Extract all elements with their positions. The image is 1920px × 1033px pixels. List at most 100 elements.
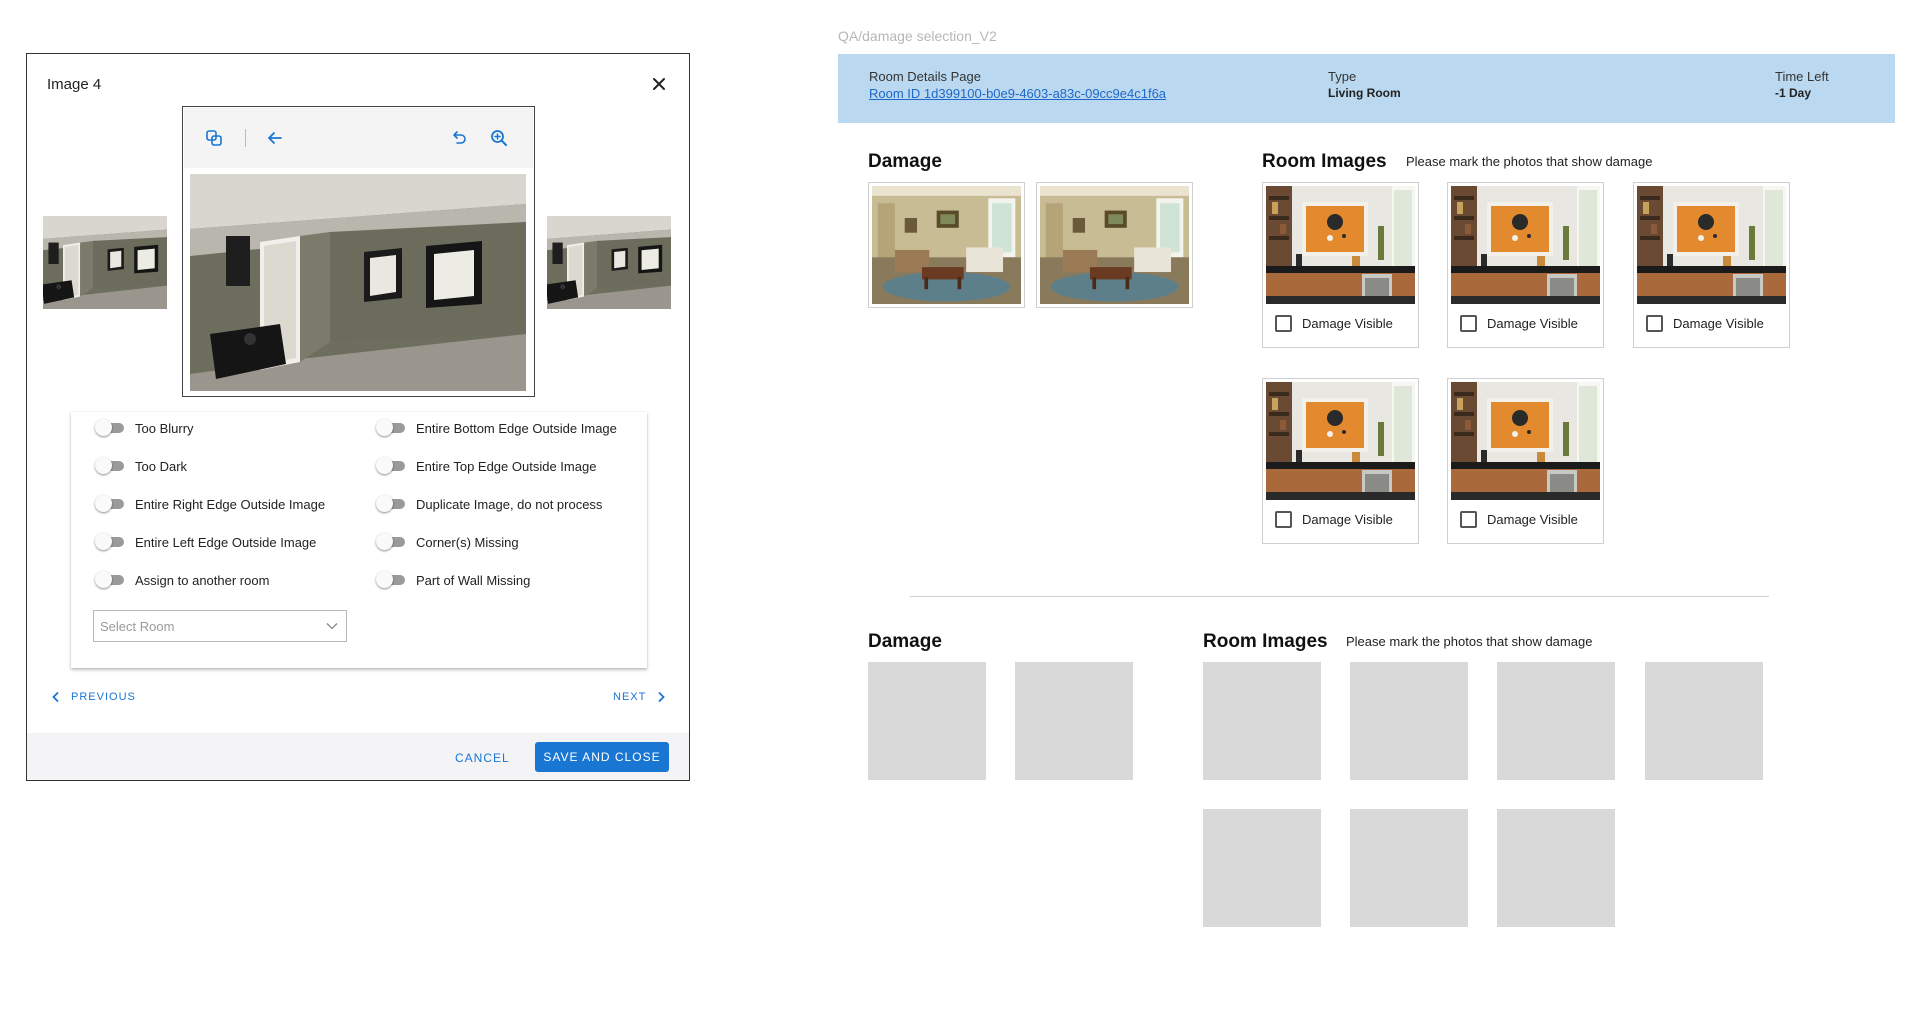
time-left-value: -1 Day xyxy=(1775,86,1812,100)
section-divider xyxy=(910,596,1769,597)
checkbox-label: Damage Visible xyxy=(1302,511,1393,527)
toggle-switch[interactable] xyxy=(376,418,406,438)
room-images-title: Room Images xyxy=(1262,151,1387,172)
type-value: Living Room xyxy=(1328,86,1401,100)
option-duplicate-image[interactable]: Duplicate Image, do not process xyxy=(376,494,602,514)
living-room-image xyxy=(1040,186,1189,304)
undo-button[interactable] xyxy=(449,128,469,148)
close-icon xyxy=(653,78,665,90)
save-and-close-button[interactable]: SAVE AND CLOSE xyxy=(535,742,669,772)
option-left-edge-outside[interactable]: Entire Left Edge Outside Image xyxy=(95,532,316,552)
next-image-thumbnail[interactable] xyxy=(547,216,671,309)
select-room-dropdown[interactable]: Select Room xyxy=(93,610,347,642)
next-button[interactable]: NEXT xyxy=(613,691,666,703)
option-label: Assign to another room xyxy=(135,572,270,588)
hallway-thumbnail-image xyxy=(547,216,671,309)
damage-visible-checkbox[interactable]: Damage Visible xyxy=(1460,509,1578,529)
toggle-switch[interactable] xyxy=(95,570,125,590)
option-right-edge-outside[interactable]: Entire Right Edge Outside Image xyxy=(95,494,325,514)
option-corners-missing[interactable]: Corner(s) Missing xyxy=(376,532,519,552)
select-room-placeholder: Select Room xyxy=(100,619,175,634)
chevron-left-icon xyxy=(52,691,59,703)
option-label: Corner(s) Missing xyxy=(416,534,519,550)
room-images-title: Room Images xyxy=(1203,631,1328,652)
checkbox-label: Damage Visible xyxy=(1487,315,1578,331)
back-button[interactable] xyxy=(265,128,285,148)
zoom-in-button[interactable] xyxy=(489,128,509,148)
toggle-switch[interactable] xyxy=(376,570,406,590)
kitchen-image xyxy=(1451,382,1600,500)
option-bottom-edge-outside[interactable]: Entire Bottom Edge Outside Image xyxy=(376,418,617,438)
image-issues-panel: Too Blurry Too Dark Entire Right Edge Ou… xyxy=(71,412,647,668)
toggle-switch[interactable] xyxy=(376,494,406,514)
checkbox-label: Damage Visible xyxy=(1487,511,1578,527)
damage-photo[interactable] xyxy=(1036,182,1193,308)
image-placeholder xyxy=(1350,662,1468,780)
living-room-image xyxy=(872,186,1021,304)
room-image-card: Damage Visible xyxy=(1262,182,1419,348)
room-image-card: Damage Visible xyxy=(1447,182,1604,348)
option-label: Entire Right Edge Outside Image xyxy=(135,496,326,512)
room-images-hint: Please mark the photos that show damage xyxy=(1406,154,1653,169)
kitchen-image xyxy=(1451,186,1600,304)
viewer-toolbar xyxy=(184,108,533,168)
hallway-thumbnail-image xyxy=(43,216,167,309)
image-placeholder xyxy=(1645,662,1763,780)
damage-title: Damage xyxy=(868,631,942,652)
damage-visible-checkbox[interactable]: Damage Visible xyxy=(1275,509,1393,529)
image-viewer xyxy=(182,106,535,397)
option-label: Part of Wall Missing xyxy=(416,572,531,588)
toggle-switch[interactable] xyxy=(376,532,406,552)
option-label: Entire Bottom Edge Outside Image xyxy=(416,420,617,436)
toggle-switch[interactable] xyxy=(376,456,406,476)
toggle-switch[interactable] xyxy=(95,418,125,438)
room-details-label: Room Details Page xyxy=(869,69,981,84)
modal-title: Image 4 xyxy=(47,76,102,93)
checkbox-label: Damage Visible xyxy=(1673,315,1764,331)
option-too-blurry[interactable]: Too Blurry xyxy=(95,418,194,438)
toggle-switch[interactable] xyxy=(95,532,125,552)
damage-visible-checkbox[interactable]: Damage Visible xyxy=(1460,313,1578,333)
checkbox-label: Damage Visible xyxy=(1302,315,1393,331)
image-review-modal: Image 4 Too Blurry Too Dark Entire Right… xyxy=(26,53,690,781)
option-label: Duplicate Image, do not process xyxy=(416,496,603,512)
option-wall-missing[interactable]: Part of Wall Missing xyxy=(376,570,530,590)
checkbox[interactable] xyxy=(1460,314,1477,332)
option-assign-room[interactable]: Assign to another room xyxy=(95,570,269,590)
image-placeholder xyxy=(1015,662,1133,780)
room-image-card: Damage Visible xyxy=(1262,378,1419,544)
checkbox[interactable] xyxy=(1275,510,1292,528)
chevron-down-icon xyxy=(326,623,338,630)
image-placeholder xyxy=(1497,662,1615,780)
next-label: NEXT xyxy=(613,691,647,703)
room-image-card: Damage Visible xyxy=(1633,182,1790,348)
image-placeholder xyxy=(1497,809,1615,927)
option-too-dark[interactable]: Too Dark xyxy=(95,456,187,476)
previous-image-thumbnail[interactable] xyxy=(43,216,167,309)
hallway-photo xyxy=(190,174,526,391)
crop-icon xyxy=(206,130,222,146)
damage-photo[interactable] xyxy=(868,182,1025,308)
kitchen-image xyxy=(1266,186,1415,304)
room-id-link[interactable]: Room ID 1d399100-b0e9-4603-a83c-09cc9e4c… xyxy=(869,86,1166,101)
cancel-button[interactable]: CANCEL xyxy=(455,751,510,765)
checkbox[interactable] xyxy=(1275,314,1292,332)
checkbox[interactable] xyxy=(1646,314,1663,332)
damage-visible-checkbox[interactable]: Damage Visible xyxy=(1275,313,1393,333)
room-header-bar: Room Details Page Room ID 1d399100-b0e9-… xyxy=(838,54,1895,123)
checkbox[interactable] xyxy=(1460,510,1477,528)
damage-visible-checkbox[interactable]: Damage Visible xyxy=(1646,313,1764,333)
toggle-switch[interactable] xyxy=(95,494,125,514)
undo-icon xyxy=(453,131,466,144)
kitchen-image xyxy=(1637,186,1786,304)
time-left-label: Time Left xyxy=(1775,69,1829,84)
modal-footer: CANCEL SAVE AND CLOSE xyxy=(27,733,689,780)
image-placeholder xyxy=(868,662,986,780)
toggle-switch[interactable] xyxy=(95,456,125,476)
room-images-hint: Please mark the photos that show damage xyxy=(1346,634,1593,649)
option-top-edge-outside[interactable]: Entire Top Edge Outside Image xyxy=(376,456,596,476)
zoom-in-icon xyxy=(491,130,507,146)
previous-button[interactable]: PREVIOUS xyxy=(51,691,136,703)
close-button[interactable] xyxy=(649,74,669,94)
crop-button[interactable] xyxy=(204,128,224,148)
